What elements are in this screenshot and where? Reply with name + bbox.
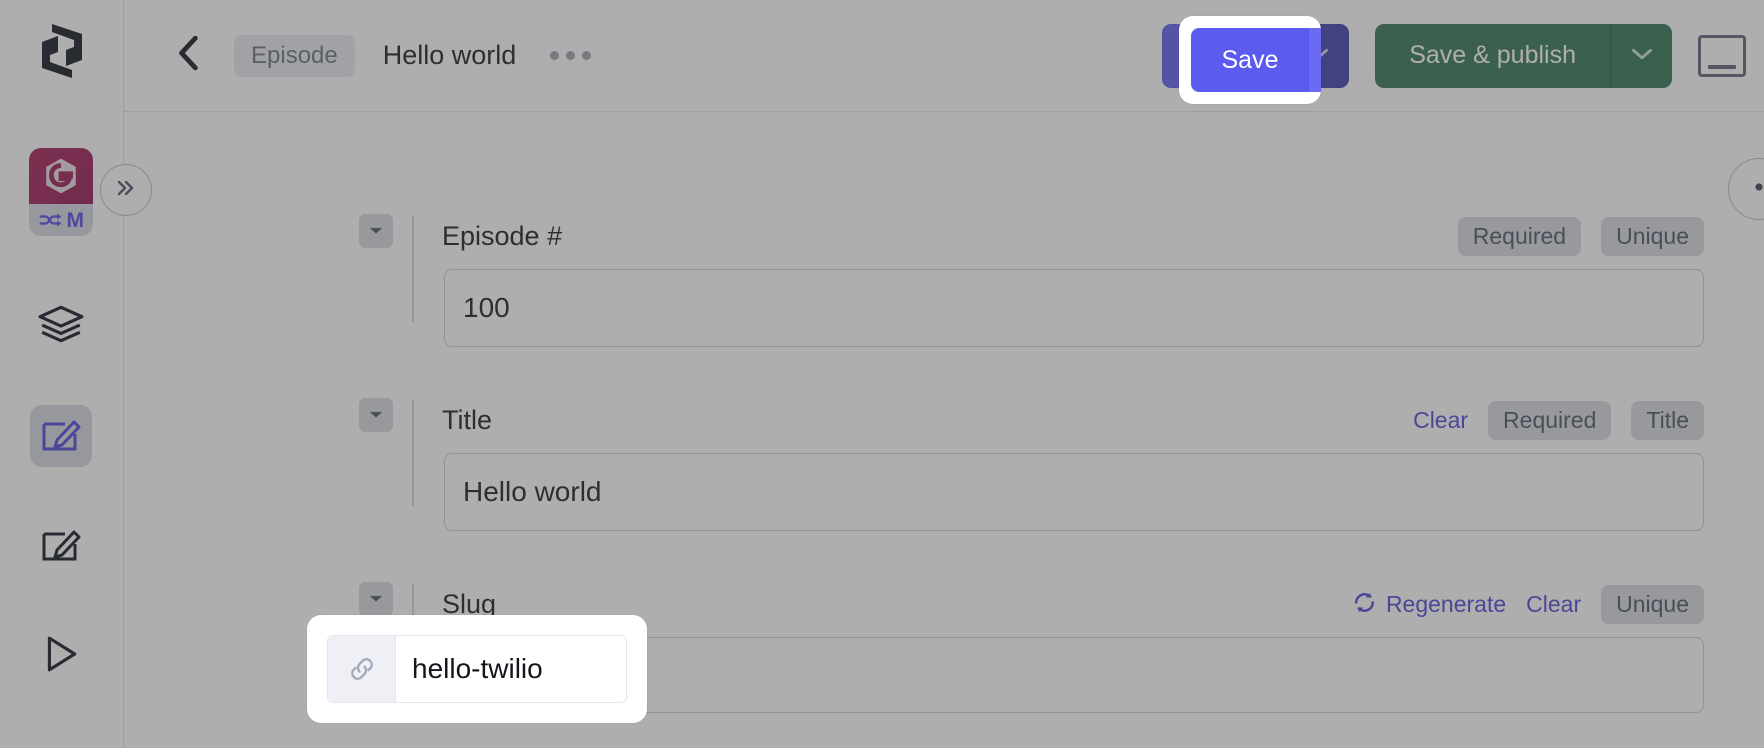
input-value: Hello world bbox=[463, 476, 602, 507]
app-root: M Episode Hello world Save & publish Epi… bbox=[0, 0, 1764, 748]
badge-title[interactable]: Title bbox=[1631, 401, 1704, 440]
circle-button-icon bbox=[1750, 178, 1764, 201]
pencil-square-outline-icon bbox=[41, 526, 81, 567]
sync-arrows-icon bbox=[39, 213, 61, 227]
field-label: Title bbox=[442, 405, 493, 435]
pencil-square-icon bbox=[41, 416, 81, 457]
field-label: Slug bbox=[442, 589, 497, 619]
caret-down-icon bbox=[369, 222, 383, 240]
save-and-publish-split-button[interactable]: Save & publish bbox=[1375, 23, 1672, 88]
double-chevron-right-icon bbox=[114, 178, 138, 203]
refresh-circle-icon bbox=[1352, 590, 1377, 619]
project-badge[interactable]: M bbox=[29, 148, 93, 236]
field-actions: Required Unique bbox=[1457, 217, 1704, 256]
document-header: Episode Hello world Save & publish bbox=[124, 0, 1764, 112]
g-hexagon-logo-icon bbox=[29, 148, 93, 204]
highlight-save-button[interactable]: Save bbox=[1179, 16, 1321, 104]
app-ui: M Episode Hello world Save & publish Epi… bbox=[0, 0, 1764, 748]
badge-unique[interactable]: Unique bbox=[1601, 585, 1704, 624]
sidebar-item-play[interactable] bbox=[30, 625, 92, 687]
chevron-left-icon bbox=[176, 35, 202, 76]
sidebar-item-structure[interactable] bbox=[30, 295, 92, 357]
field-label: Episode # bbox=[442, 221, 563, 251]
link-chain-icon bbox=[328, 636, 396, 702]
caret-down-icon bbox=[369, 406, 383, 424]
regenerate-label: Regenerate bbox=[1385, 591, 1507, 617]
back-button[interactable] bbox=[172, 35, 206, 76]
publish-dropdown-button[interactable] bbox=[1610, 23, 1672, 88]
field-collapse-toggle[interactable] bbox=[359, 214, 393, 248]
ellipsis-horizontal-icon bbox=[566, 51, 576, 60]
clear-action[interactable]: Clear bbox=[1526, 593, 1581, 616]
left-rail: M bbox=[0, 0, 124, 748]
input-value: 100 bbox=[463, 292, 510, 323]
project-badge-sublabel: M bbox=[29, 204, 93, 236]
overflow-menu-button[interactable] bbox=[550, 51, 592, 60]
sidebar-item-edit-primary[interactable] bbox=[30, 405, 92, 467]
title-input[interactable]: Hello world bbox=[444, 453, 1704, 531]
play-triangle-icon bbox=[42, 634, 80, 679]
save-button-edge bbox=[1309, 28, 1321, 92]
field-actions: Regenerate Clear Unique bbox=[1352, 585, 1704, 624]
panel-bottom-icon[interactable] bbox=[1698, 34, 1746, 77]
badge-required[interactable]: Required bbox=[1457, 217, 1582, 256]
slug-input-highlighted[interactable]: hello-twilio bbox=[327, 635, 627, 703]
regenerate-action[interactable]: Regenerate bbox=[1352, 590, 1506, 619]
save-and-publish-button[interactable]: Save & publish bbox=[1375, 23, 1610, 88]
project-badge-label: M bbox=[66, 208, 85, 232]
slug-input-value: hello-twilio bbox=[412, 653, 543, 684]
clear-action[interactable]: Clear bbox=[1413, 409, 1468, 432]
chevron-down-icon bbox=[1630, 46, 1654, 66]
field-collapse-toggle[interactable] bbox=[359, 582, 393, 616]
badge-required[interactable]: Required bbox=[1488, 401, 1612, 440]
ellipsis-horizontal-icon bbox=[582, 51, 592, 60]
field-collapse-toggle[interactable] bbox=[359, 398, 393, 432]
sidebar-collapse-button[interactable] bbox=[100, 164, 152, 216]
save-button-highlighted[interactable]: Save bbox=[1191, 28, 1309, 92]
episode-number-input[interactable]: 100 bbox=[444, 269, 1704, 347]
layers-icon bbox=[38, 305, 84, 348]
page-title: Hello world bbox=[382, 40, 517, 70]
caret-down-icon bbox=[369, 590, 383, 608]
field-actions: Clear Required Title bbox=[1413, 401, 1704, 440]
breadcrumb-type-chip[interactable]: Episode bbox=[234, 34, 355, 77]
badge-unique[interactable]: Unique bbox=[1601, 217, 1704, 256]
ellipsis-horizontal-icon bbox=[550, 51, 560, 60]
sidebar-item-edit-secondary[interactable] bbox=[30, 515, 92, 577]
highlight-slug-input[interactable]: hello-twilio bbox=[307, 615, 647, 723]
sanity-logo-icon[interactable] bbox=[30, 20, 94, 88]
